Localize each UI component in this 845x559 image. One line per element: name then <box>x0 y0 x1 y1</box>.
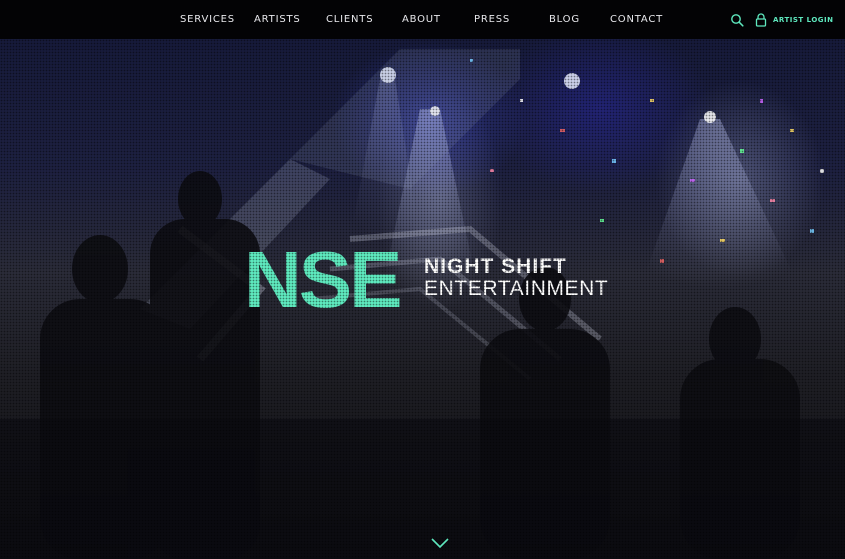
artist-login-label: ARTIST LOGIN <box>773 16 834 24</box>
nav-item-blog[interactable]: BLOG <box>549 14 580 25</box>
nav-item-clients[interactable]: CLIENTS <box>326 14 373 25</box>
lock-icon <box>755 13 767 27</box>
search-icon <box>731 14 744 27</box>
top-navigation-bar: SERVICES ARTISTS CLIENTS ABOUT PRESS BLO… <box>0 0 845 39</box>
nav-item-contact[interactable]: CONTACT <box>610 14 663 25</box>
brand-logo: NSE NIGHT SHIFT ENTERTAINMENT <box>244 240 608 320</box>
chevron-down-icon <box>431 538 449 549</box>
artist-login-button[interactable]: ARTIST LOGIN <box>755 12 834 28</box>
logo-mark: NSE <box>244 235 402 324</box>
nav-item-services[interactable]: SERVICES <box>180 14 235 25</box>
nav-item-artists[interactable]: ARTISTS <box>254 14 301 25</box>
scroll-down-button[interactable] <box>431 534 449 549</box>
logo-name-line2: ENTERTAINMENT <box>424 277 609 300</box>
logo-name-line1: NIGHT SHIFT <box>424 255 567 278</box>
nav-item-about[interactable]: ABOUT <box>402 14 441 25</box>
nav-item-press[interactable]: PRESS <box>474 14 510 25</box>
search-button[interactable] <box>730 12 746 28</box>
hero-section: NSE NIGHT SHIFT ENTERTAINMENT <box>0 39 845 559</box>
